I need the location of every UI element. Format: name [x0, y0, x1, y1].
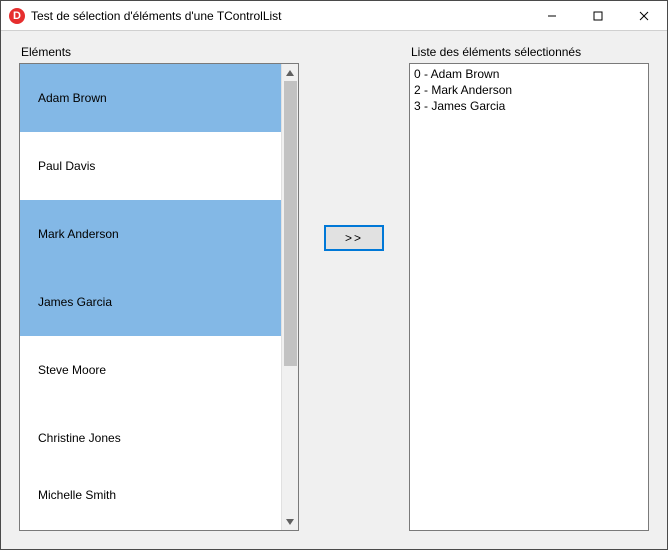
- close-button[interactable]: [621, 1, 667, 30]
- maximize-button[interactable]: [575, 1, 621, 30]
- selected-line[interactable]: 3 - James Garcia: [414, 98, 644, 114]
- control-list[interactable]: Adam Brown Paul Davis Mark Anderson James G…: [19, 63, 299, 531]
- list-item[interactable]: Christine Jones: [20, 404, 281, 472]
- selected-line[interactable]: 0 - Adam Brown: [414, 66, 644, 82]
- control-list-items: Adam Brown Paul Davis Mark Anderson James G…: [20, 64, 281, 530]
- client-area: Eléments Adam Brown Paul Davis Mark Anders…: [1, 31, 667, 549]
- list-item[interactable]: James Garcia: [20, 268, 281, 336]
- window-buttons: [529, 1, 667, 30]
- window-title: Test de sélection d'éléments d'une TCont…: [31, 9, 529, 23]
- list-item-label: Steve Moore: [38, 363, 106, 377]
- list-item-label: Adam Brown: [38, 91, 107, 105]
- right-label: Liste des éléments sélectionnés: [409, 45, 649, 59]
- scrollbar[interactable]: [281, 64, 298, 530]
- middle-column: >>: [299, 45, 409, 531]
- titlebar: D Test de sélection d'éléments d'une TCo…: [1, 1, 667, 31]
- transfer-button[interactable]: >>: [324, 225, 384, 251]
- selected-line[interactable]: 2 - Mark Anderson: [414, 82, 644, 98]
- app-icon: D: [9, 8, 25, 24]
- selected-listbox[interactable]: 0 - Adam Brown2 - Mark Anderson3 - James…: [409, 63, 649, 531]
- left-label: Eléments: [19, 45, 299, 59]
- transfer-button-label: >>: [345, 231, 363, 245]
- list-item[interactable]: Michelle Smith: [20, 472, 281, 506]
- right-column: Liste des éléments sélectionnés 0 - Adam…: [409, 45, 649, 531]
- list-item-label: James Garcia: [38, 295, 112, 309]
- scroll-up-icon[interactable]: [282, 64, 298, 81]
- list-item-label: Paul Davis: [38, 159, 95, 173]
- scroll-thumb[interactable]: [284, 81, 297, 366]
- list-item[interactable]: Adam Brown: [20, 64, 281, 132]
- left-column: Eléments Adam Brown Paul Davis Mark Anders…: [19, 45, 299, 531]
- list-item-label: Christine Jones: [38, 431, 121, 445]
- list-item-label: Mark Anderson: [38, 227, 119, 241]
- list-item[interactable]: Mark Anderson: [20, 200, 281, 268]
- app-icon-letter: D: [13, 10, 21, 22]
- list-item-label: Michelle Smith: [38, 488, 116, 502]
- scroll-down-icon[interactable]: [282, 513, 298, 530]
- list-item[interactable]: Steve Moore: [20, 336, 281, 404]
- app-window: D Test de sélection d'éléments d'une TCo…: [0, 0, 668, 550]
- minimize-button[interactable]: [529, 1, 575, 30]
- list-item[interactable]: Paul Davis: [20, 132, 281, 200]
